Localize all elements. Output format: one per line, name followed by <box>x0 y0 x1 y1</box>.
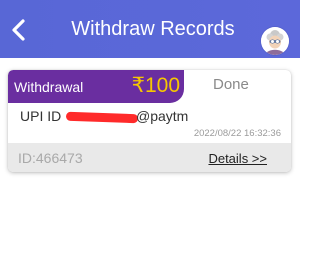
record-status: Done <box>213 76 249 93</box>
record-type: Withdrawal <box>14 79 84 95</box>
page-title: Withdraw Records <box>71 18 235 40</box>
record-header-band: Withdrawal ₹100 <box>8 70 184 103</box>
record-id: ID:466473 <box>18 150 83 166</box>
record-footer: ID:466473 Details >> <box>8 143 291 172</box>
withdraw-record-card[interactable]: Withdrawal ₹100 Done UPI ID @paytm 2022/… <box>8 70 291 172</box>
app-header: Withdraw Records <box>0 0 300 58</box>
record-amount: ₹100 <box>131 74 180 97</box>
user-avatar-icon[interactable] <box>261 27 289 55</box>
redaction-mark <box>65 111 139 124</box>
details-link[interactable]: Details >> <box>208 151 267 166</box>
upi-account-suffix: @paytm <box>136 108 189 124</box>
record-timestamp: 2022/08/22 16:32:36 <box>193 128 281 139</box>
upi-label: UPI ID <box>20 108 62 124</box>
